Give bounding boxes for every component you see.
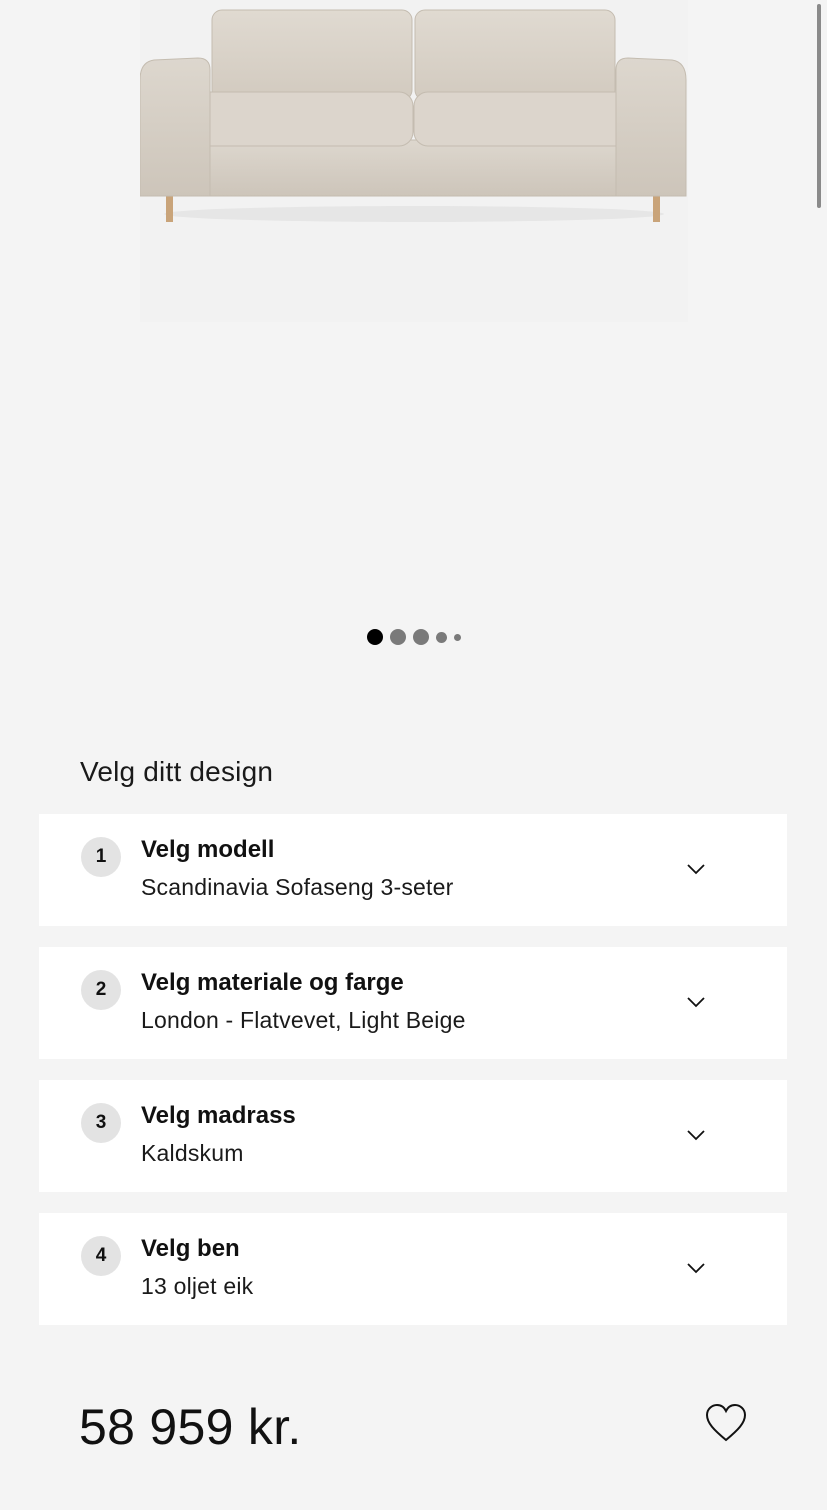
chevron-down-icon[interactable] [685,991,707,1013]
scrollbar[interactable] [817,4,821,208]
step-model[interactable]: 1 Velg modell Scandinavia Sofaseng 3-set… [39,814,787,926]
carousel-dot-2[interactable] [389,629,406,645]
step-value: Kaldskum [141,1140,244,1166]
configurator-steps: 1 Velg modell Scandinavia Sofaseng 3-set… [39,814,787,1346]
section-heading: Velg ditt design [80,756,274,787]
carousel-dot-3[interactable] [412,629,429,645]
carousel-dot-5[interactable] [453,633,461,641]
step-material[interactable]: 2 Velg materiale og farge London - Flatv… [39,947,787,1059]
chevron-down-icon[interactable] [685,1124,707,1146]
step-number-badge: 2 [81,970,121,1010]
step-mattress[interactable]: 3 Velg madrass Kaldskum [39,1080,787,1192]
step-value: 13 oljet eik [141,1273,254,1299]
product-image[interactable] [140,0,688,322]
product-configurator-page: Velg ditt design 1 Velg modell Scandinav… [0,0,827,1510]
step-value: London - Flatvevet, Light Beige [141,1007,466,1033]
step-title: Velg materiale og farge [141,969,404,996]
sofa-image [140,9,687,222]
step-number-badge: 1 [81,837,121,877]
heart-icon[interactable] [704,1402,748,1446]
carousel-dot-1[interactable] [366,629,383,645]
carousel-pagination [0,629,827,645]
carousel-dot-4[interactable] [435,631,447,643]
chevron-down-icon[interactable] [685,1257,707,1279]
step-number-badge: 4 [81,1236,121,1276]
step-title: Velg ben [141,1235,240,1262]
step-title: Velg modell [141,836,275,863]
chevron-down-icon[interactable] [685,858,707,880]
step-title: Velg madrass [141,1102,296,1129]
step-value: Scandinavia Sofaseng 3-seter [141,874,454,900]
step-number-badge: 3 [81,1103,121,1143]
product-price: 58 959 kr. [79,1399,302,1455]
step-legs[interactable]: 4 Velg ben 13 oljet eik [39,1213,787,1325]
